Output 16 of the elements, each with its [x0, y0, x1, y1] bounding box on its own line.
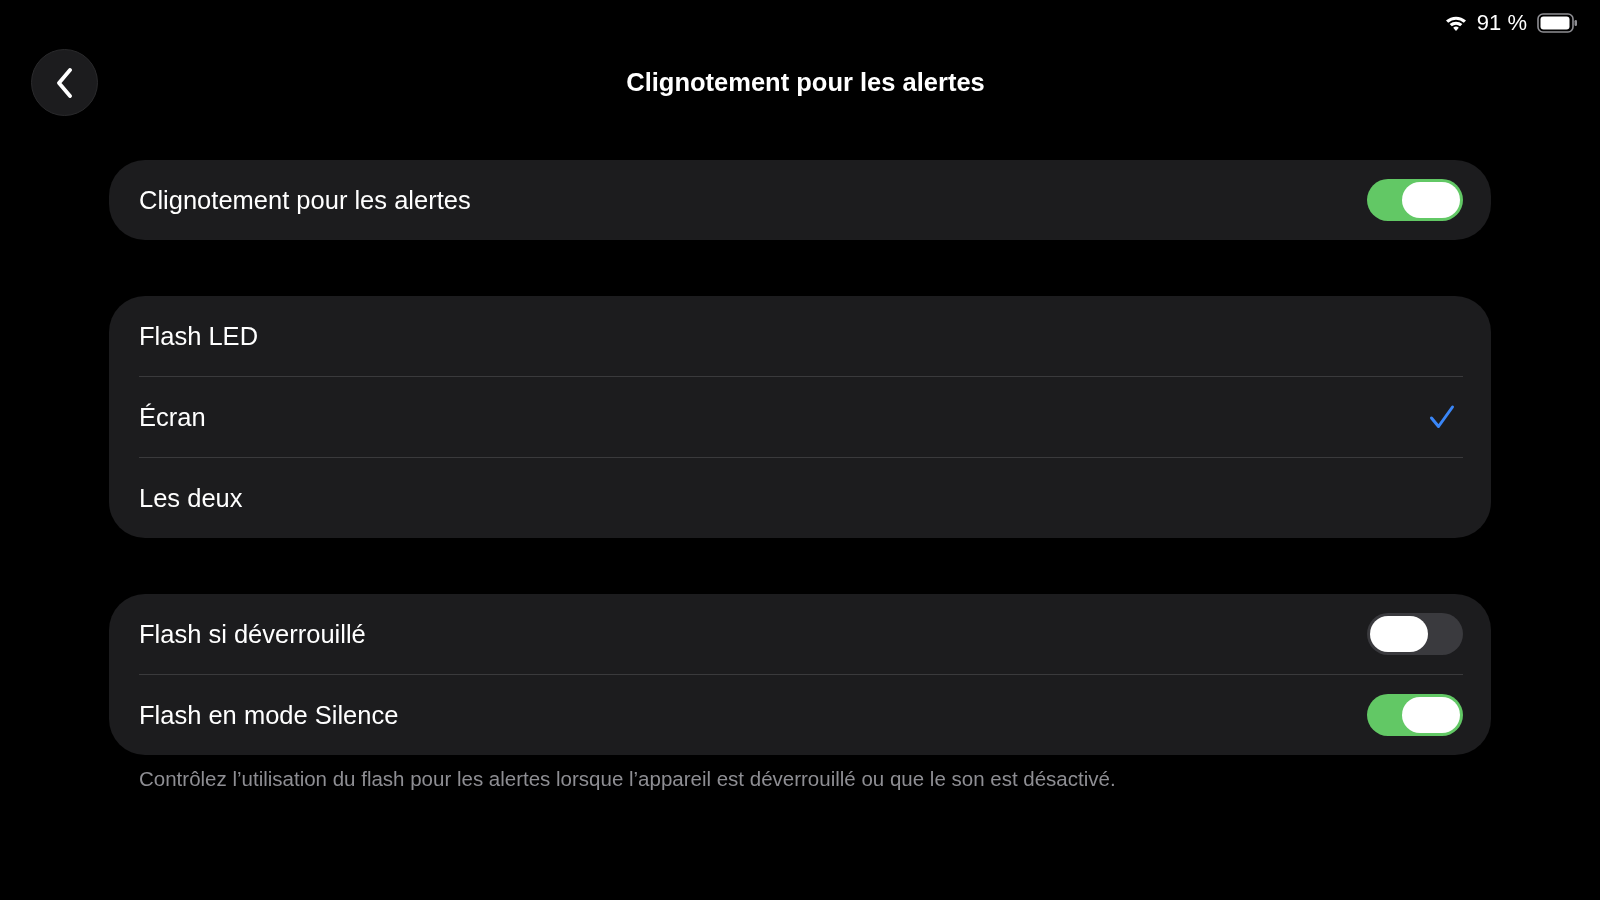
option-row[interactable]: Flash LED	[139, 296, 1463, 376]
page-title: Clignotement pour les alertes	[626, 68, 985, 97]
option-row[interactable]: Écran	[139, 376, 1463, 457]
footer-note: Contrôlez l’utilisation du flash pour les alertes lorsque l’appareil est déverrouillé ou que le son est désactivé.	[139, 767, 1116, 791]
setting-label: Flash si déverrouillé	[139, 619, 366, 649]
setting-label: Clignotement pour les alertes	[139, 185, 471, 215]
toggle-switch[interactable]	[1367, 613, 1463, 655]
checkmark-icon	[1429, 404, 1455, 430]
wifi-icon	[1444, 14, 1467, 32]
chevron-left-icon	[56, 67, 73, 98]
battery-percentage: 91 %	[1476, 12, 1527, 34]
battery-icon	[1537, 13, 1578, 33]
setting-label: Flash en mode Silence	[139, 700, 399, 730]
toggle-switch[interactable]	[1367, 179, 1463, 221]
option-row[interactable]: Les deux	[139, 457, 1463, 538]
toggle-switch[interactable]	[1367, 694, 1463, 736]
